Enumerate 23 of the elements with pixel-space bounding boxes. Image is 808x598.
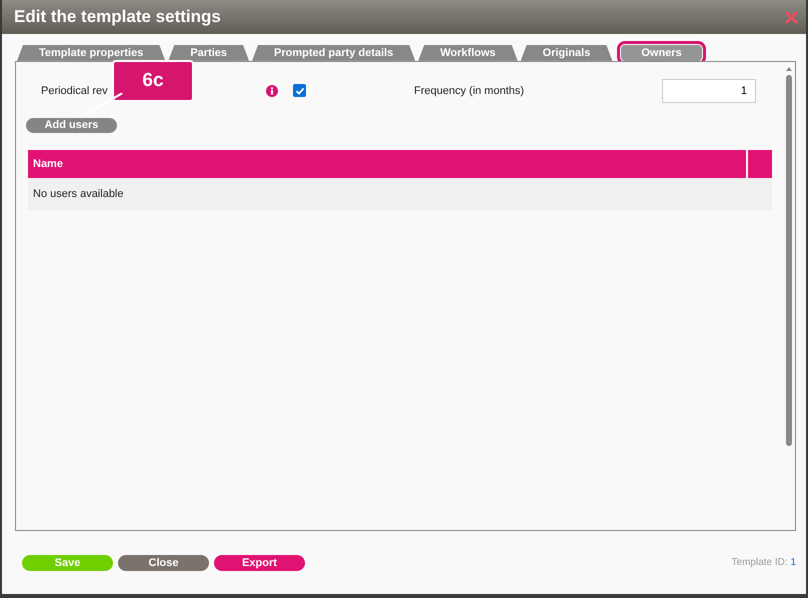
column-header: Name: [28, 150, 746, 178]
tab[interactable]: Prompted party details: [252, 44, 416, 61]
template-id-label: Template ID: 1: [732, 557, 796, 568]
tab[interactable]: Originals: [520, 44, 612, 61]
scroll-up-icon[interactable]: [785, 66, 793, 72]
frequency-label: Frequency (in months): [414, 84, 526, 97]
save-button[interactable]: Save: [22, 554, 113, 571]
scroll-thumb[interactable]: [786, 74, 792, 446]
tab[interactable]: Parties: [168, 44, 250, 61]
tab[interactable]: Template properties: [17, 44, 166, 61]
info-icon[interactable]: [266, 84, 278, 97]
add-users-button[interactable]: Add users: [26, 118, 117, 133]
window-title: Edit the template settings: [14, 7, 221, 28]
checkbox[interactable]: [293, 84, 306, 98]
close-button[interactable]: Close: [118, 554, 209, 571]
export-button[interactable]: Export: [214, 554, 305, 571]
callout-badge: 6c: [112, 60, 194, 102]
setting-label: Periodical rev: [41, 84, 109, 97]
frequency-field[interactable]: 1: [662, 78, 756, 103]
column-header: [748, 150, 772, 178]
tab[interactable]: Owners: [621, 44, 702, 61]
empty-message: No users available: [33, 188, 124, 200]
tab[interactable]: Workflows: [418, 44, 518, 61]
